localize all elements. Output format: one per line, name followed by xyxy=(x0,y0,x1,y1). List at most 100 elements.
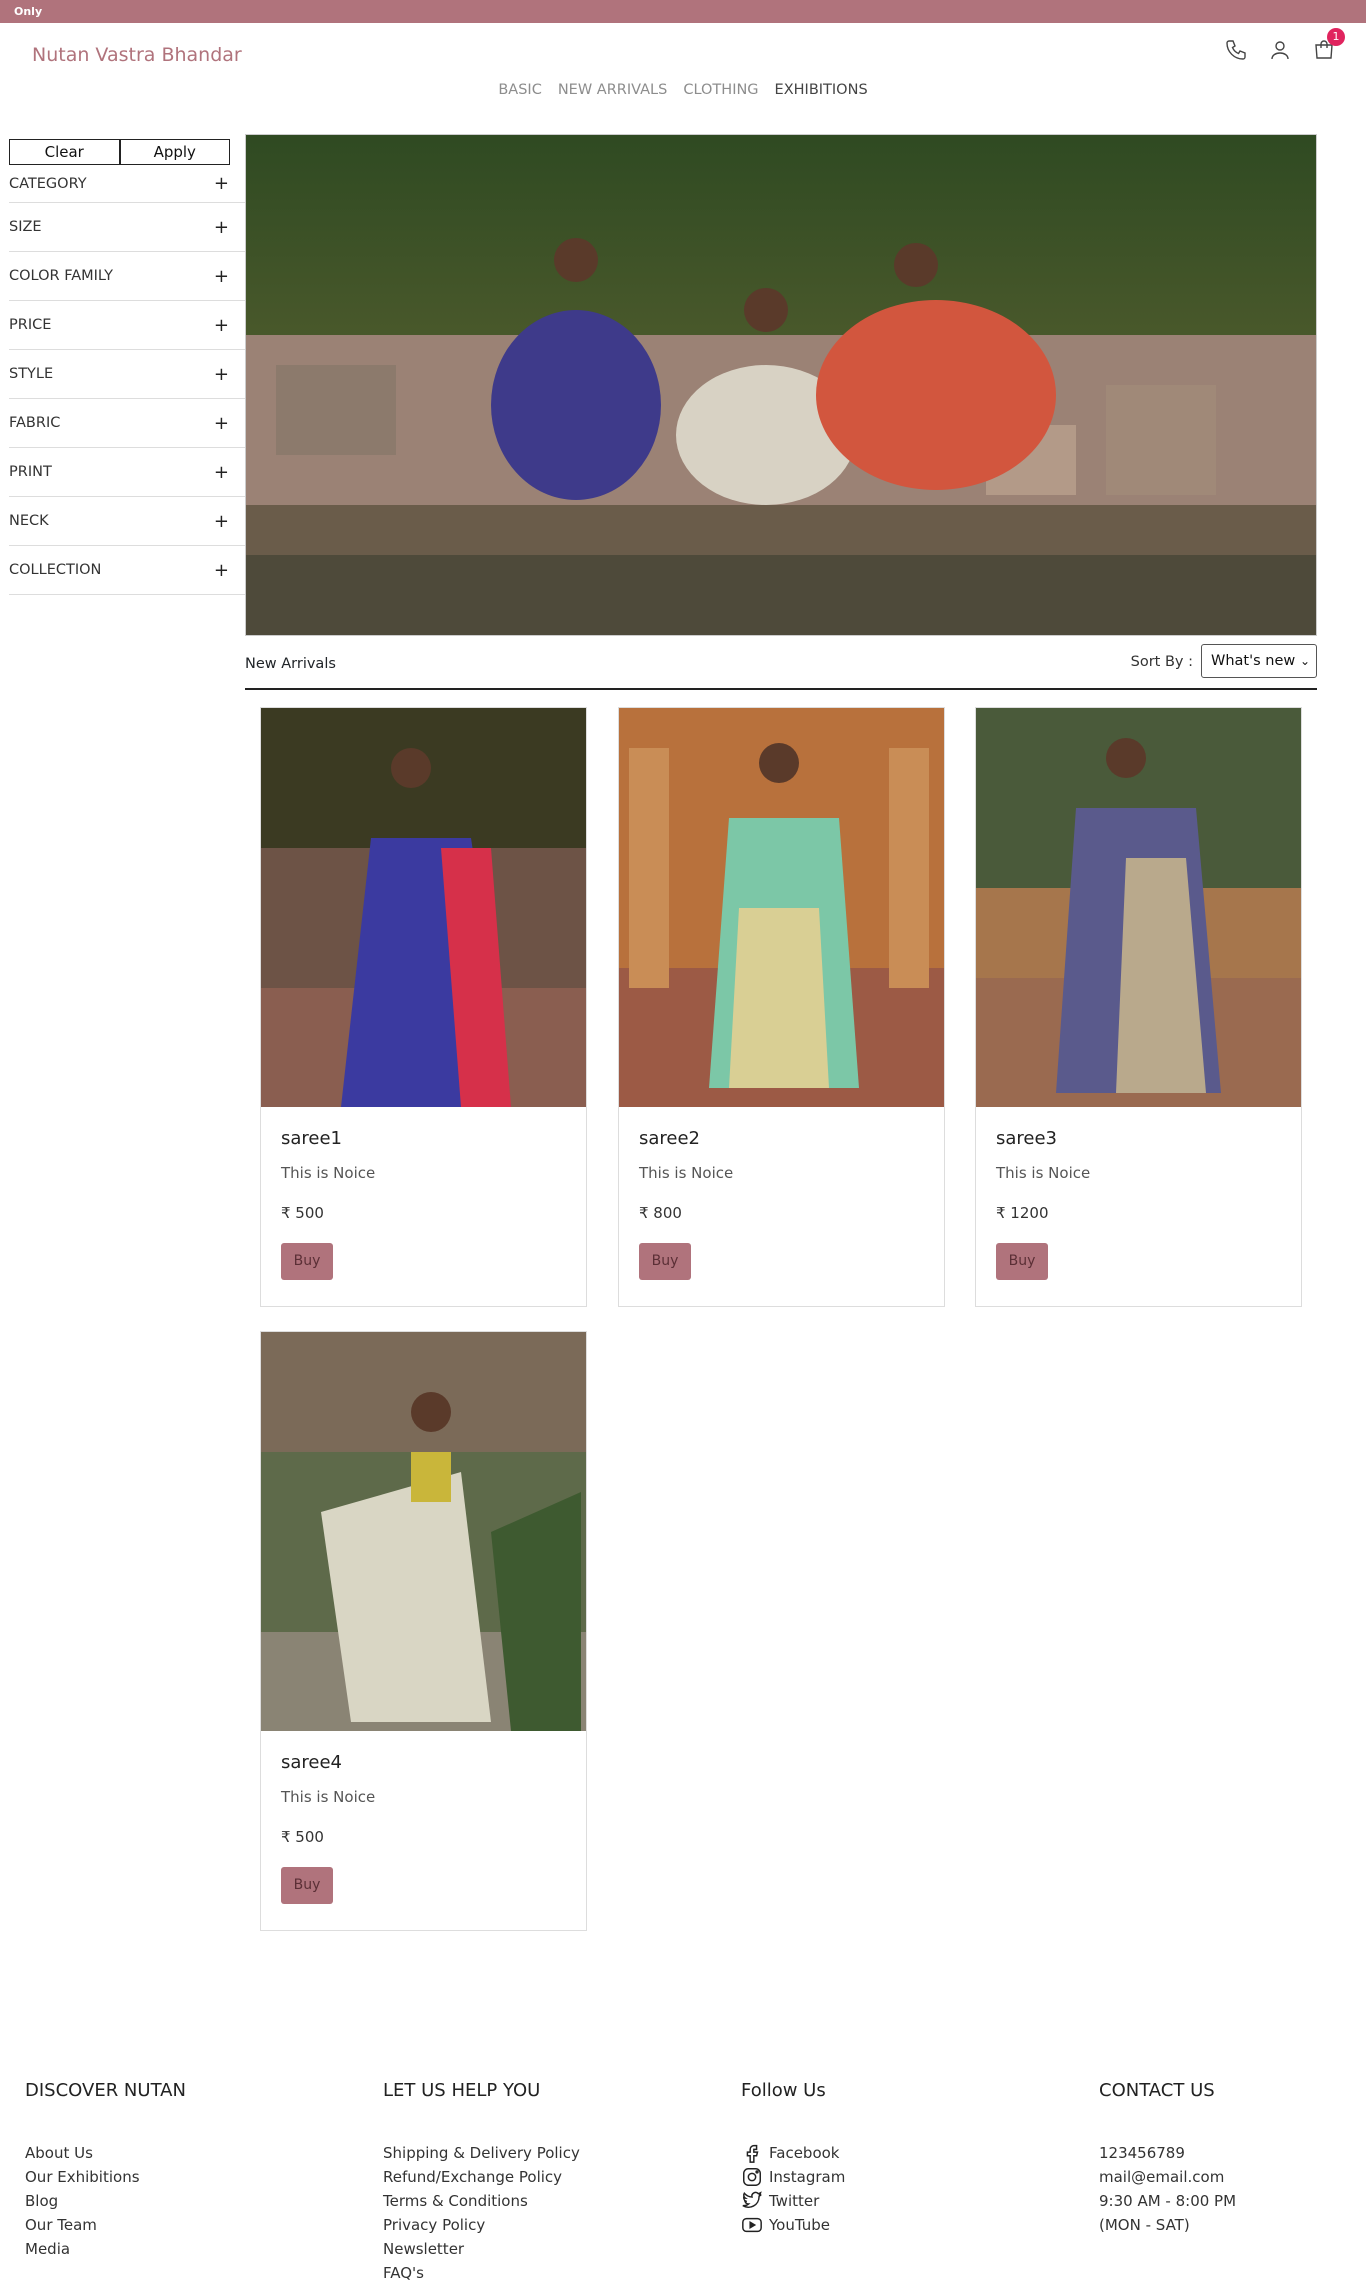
product-image[interactable] xyxy=(976,708,1301,1107)
twitter-icon xyxy=(741,2190,763,2212)
expand-icon[interactable]: + xyxy=(214,511,229,532)
expand-icon[interactable]: + xyxy=(214,364,229,385)
footer-link-our-team[interactable]: Our Team xyxy=(25,2213,355,2237)
expand-icon[interactable]: + xyxy=(214,173,229,194)
footer-link-media[interactable]: Media xyxy=(25,2237,355,2261)
footer-heading: LET US HELP YOU xyxy=(383,2080,541,2101)
filter-label: FABRIC xyxy=(9,415,61,431)
product-card[interactable]: saree3 This is Noice ₹ 1200 Buy xyxy=(975,707,1302,1307)
product-image[interactable] xyxy=(619,708,944,1107)
footer-link-shipping[interactable]: Shipping & Delivery Policy xyxy=(383,2141,713,2165)
footer-heading: CONTACT US xyxy=(1099,2080,1215,2101)
contact-hours: 9:30 AM - 8:00 PM xyxy=(1099,2192,1237,2210)
sort-value: What's new xyxy=(1211,653,1296,669)
footer-link-privacy[interactable]: Privacy Policy xyxy=(383,2213,713,2237)
product-image[interactable] xyxy=(261,1332,586,1731)
sort-select[interactable]: What's new ⌄ xyxy=(1201,644,1317,678)
footer-link-facebook[interactable]: Facebook xyxy=(741,2141,1071,2165)
listing-toolbar: New Arrivals Sort By : What's new ⌄ xyxy=(245,642,1317,690)
product-card[interactable]: saree4 This is Noice ₹ 500 Buy xyxy=(260,1331,587,1931)
filter-label: PRICE xyxy=(9,317,52,333)
product-description: This is Noice xyxy=(281,1788,376,1806)
buy-button[interactable]: Buy xyxy=(281,1243,333,1280)
product-name[interactable]: saree2 xyxy=(639,1128,700,1149)
product-card[interactable]: saree1 This is Noice ₹ 500 Buy xyxy=(260,707,587,1307)
social-label: Instagram xyxy=(769,2168,846,2186)
filter-price[interactable]: PRICE + xyxy=(9,301,245,350)
expand-icon[interactable]: + xyxy=(214,217,229,238)
filter-category[interactable]: CATEGORY + xyxy=(9,165,245,203)
footer-help: LET US HELP YOU Shipping & Delivery Poli… xyxy=(383,2080,713,2285)
cart-icon[interactable]: 1 xyxy=(1312,28,1345,62)
nav-clothing[interactable]: CLOTHING xyxy=(683,82,758,98)
filter-collection[interactable]: COLLECTION + xyxy=(9,546,245,595)
footer-link-faqs[interactable]: FAQ's xyxy=(383,2261,713,2285)
footer-link-twitter[interactable]: Twitter xyxy=(741,2189,1071,2213)
contact-email[interactable]: mail@email.com xyxy=(1099,2165,1366,2189)
nav-new-arrivals[interactable]: NEW ARRIVALS xyxy=(558,82,668,98)
filter-color-family[interactable]: COLOR FAMILY + xyxy=(9,252,245,301)
footer-link-terms[interactable]: Terms & Conditions xyxy=(383,2189,713,2213)
listing-title: New Arrivals xyxy=(245,656,336,672)
product-price: ₹ 800 xyxy=(639,1204,682,1222)
product-card[interactable]: saree2 This is Noice ₹ 800 Buy xyxy=(618,707,945,1307)
social-label: YouTube xyxy=(769,2216,830,2234)
filter-fabric[interactable]: FABRIC + xyxy=(9,399,245,448)
expand-icon[interactable]: + xyxy=(214,413,229,434)
sort-label: Sort By : xyxy=(1130,654,1193,670)
filter-actions: Clear Apply xyxy=(9,139,230,165)
filter-label: SIZE xyxy=(9,219,42,235)
filter-print[interactable]: PRINT + xyxy=(9,448,245,497)
footer-link-newsletter[interactable]: Newsletter xyxy=(383,2237,713,2261)
expand-icon[interactable]: + xyxy=(214,560,229,581)
expand-icon[interactable]: + xyxy=(214,462,229,483)
instagram-icon xyxy=(741,2166,763,2188)
expand-icon[interactable]: + xyxy=(214,315,229,336)
top-announcement-bar: Only xyxy=(0,0,1366,23)
footer-link-blog[interactable]: Blog xyxy=(25,2189,355,2213)
buy-button[interactable]: Buy xyxy=(281,1867,333,1904)
footer-link-youtube[interactable]: YouTube xyxy=(741,2213,1071,2237)
product-description: This is Noice xyxy=(281,1164,376,1182)
product-price: ₹ 500 xyxy=(281,1204,324,1222)
filter-style[interactable]: STYLE + xyxy=(9,350,245,399)
footer-link-refund[interactable]: Refund/Exchange Policy xyxy=(383,2165,713,2189)
filter-sidebar: Clear Apply CATEGORY + SIZE + COLOR FAMI… xyxy=(9,139,245,595)
footer-link-instagram[interactable]: Instagram xyxy=(741,2165,1071,2189)
product-name[interactable]: saree1 xyxy=(281,1128,342,1149)
buy-button[interactable]: Buy xyxy=(996,1243,1048,1280)
phone-icon[interactable] xyxy=(1224,38,1248,62)
filter-label: NECK xyxy=(9,513,49,529)
product-description: This is Noice xyxy=(639,1164,734,1182)
product-image[interactable] xyxy=(261,708,586,1107)
hero-banner xyxy=(245,134,1317,636)
filter-neck[interactable]: NECK + xyxy=(9,497,245,546)
nav-exhibitions[interactable]: EXHIBITIONS xyxy=(775,82,868,98)
product-name[interactable]: saree3 xyxy=(996,1128,1057,1149)
cart-count-badge: 1 xyxy=(1327,28,1345,46)
announcement-text: Only xyxy=(14,5,43,18)
product-price: ₹ 1200 xyxy=(996,1204,1049,1222)
clear-filters-button[interactable]: Clear xyxy=(9,139,120,165)
footer-link-our-exhibitions[interactable]: Our Exhibitions xyxy=(25,2165,355,2189)
user-icon[interactable] xyxy=(1268,38,1292,62)
facebook-icon xyxy=(741,2142,763,2164)
footer-link-about-us[interactable]: About Us xyxy=(25,2141,355,2165)
filter-label: PRINT xyxy=(9,464,52,480)
buy-button[interactable]: Buy xyxy=(639,1243,691,1280)
filter-size[interactable]: SIZE + xyxy=(9,203,245,252)
product-description: This is Noice xyxy=(996,1164,1091,1182)
apply-filters-button[interactable]: Apply xyxy=(119,139,230,165)
product-name[interactable]: saree4 xyxy=(281,1752,342,1773)
nav-basic[interactable]: BASIC xyxy=(498,82,541,98)
main-nav: BASIC NEW ARRIVALS CLOTHING EXHIBITIONS xyxy=(0,82,1366,98)
social-label: Facebook xyxy=(769,2144,840,2162)
brand-logo[interactable]: Nutan Vastra Bhandar xyxy=(32,44,242,66)
filter-label: COLOR FAMILY xyxy=(9,268,113,284)
expand-icon[interactable]: + xyxy=(214,266,229,287)
footer-contact: CONTACT US 123456789 mail@email.com 9:30… xyxy=(1099,2080,1366,2237)
footer-discover: DISCOVER NUTAN About Us Our Exhibitions … xyxy=(25,2080,355,2261)
contact-days: (MON - SAT) xyxy=(1099,2216,1190,2234)
footer-follow: Follow Us Facebook Instagram Twitter You… xyxy=(741,2080,1071,2237)
youtube-icon xyxy=(741,2214,763,2236)
